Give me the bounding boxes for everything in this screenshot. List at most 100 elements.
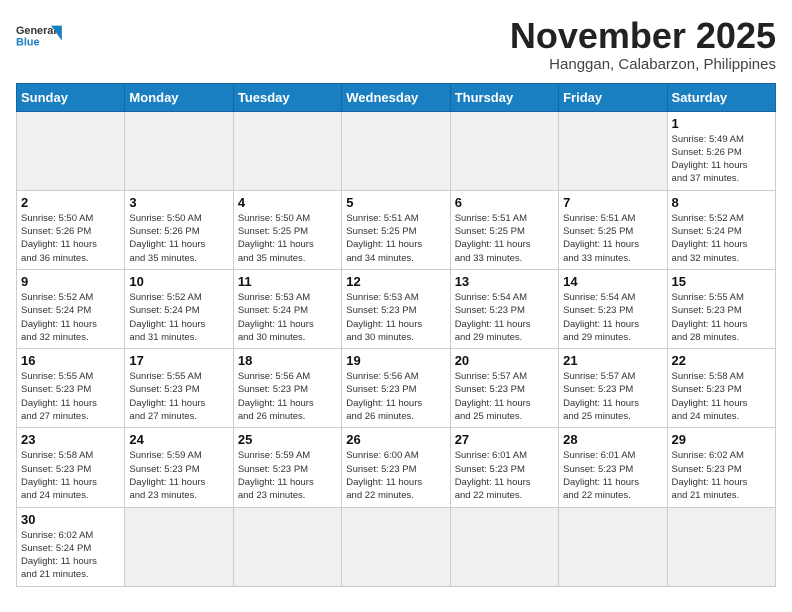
day-info: Sunrise: 6:01 AM Sunset: 5:23 PM Dayligh… (455, 449, 554, 502)
day-info: Sunrise: 5:59 AM Sunset: 5:23 PM Dayligh… (129, 449, 228, 502)
day-number: 17 (129, 353, 228, 368)
calendar-day-16: 16Sunrise: 5:55 AM Sunset: 5:23 PM Dayli… (17, 349, 125, 428)
weekday-header-sunday: Sunday (17, 83, 125, 111)
day-info: Sunrise: 5:51 AM Sunset: 5:25 PM Dayligh… (346, 212, 445, 265)
day-number: 8 (672, 195, 771, 210)
calendar-table: SundayMondayTuesdayWednesdayThursdayFrid… (16, 83, 776, 587)
day-number: 21 (563, 353, 662, 368)
calendar-day-28: 28 Sunrise: 6:01 AM Sunset: 5:23 PM Dayli… (559, 428, 667, 507)
day-info: Sunrise: 5:58 AM Sunset: 5:23 PM Dayligh… (21, 449, 120, 502)
location-subtitle: Hanggan, Calabarzon, Philippines (510, 56, 776, 73)
day-info: Sunrise: 5:54 AM Sunset: 5:23 PM Dayligh… (563, 291, 662, 344)
day-number: 2 (21, 195, 120, 210)
day-info: Sunrise: 5:57 AM Sunset: 5:23 PM Dayligh… (455, 370, 554, 423)
calendar-empty-cell (125, 111, 233, 190)
calendar-day-22: 22 Sunrise: 5:58 AM Sunset: 5:23 PM Dayli… (667, 349, 775, 428)
day-info: Sunrise: 5:53 AM Sunset: 5:24 PM Dayligh… (238, 291, 337, 344)
day-info: Sunrise: 5:52 AM Sunset: 5:24 PM Dayligh… (129, 291, 228, 344)
day-info: Sunrise: 6:00 AM Sunset: 5:23 PM Dayligh… (346, 449, 445, 502)
calendar-empty-cell (450, 111, 558, 190)
day-info: Sunrise: 5:54 AM Sunset: 5:23 PM Dayligh… (455, 291, 554, 344)
day-number: 28 (563, 432, 662, 447)
calendar-day-29: 29 Sunrise: 6:02 AM Sunset: 5:23 PM Dayli… (667, 428, 775, 507)
day-number: 5 (346, 195, 445, 210)
weekday-header-row: SundayMondayTuesdayWednesdayThursdayFrid… (17, 83, 776, 111)
day-number: 11 (238, 274, 337, 289)
calendar-day-20: 20Sunrise: 5:57 AM Sunset: 5:23 PM Dayli… (450, 349, 558, 428)
day-number: 4 (238, 195, 337, 210)
calendar-day-24: 24 Sunrise: 5:59 AM Sunset: 5:23 PM Dayli… (125, 428, 233, 507)
day-number: 26 (346, 432, 445, 447)
calendar-day-1: 1Sunrise: 5:49 AM Sunset: 5:26 PM Daylig… (667, 111, 775, 190)
logo-area: General Blue (16, 16, 66, 56)
day-number: 9 (21, 274, 120, 289)
day-info: Sunrise: 5:50 AM Sunset: 5:25 PM Dayligh… (238, 212, 337, 265)
calendar-empty-cell (559, 111, 667, 190)
calendar-day-27: 27 Sunrise: 6:01 AM Sunset: 5:23 PM Dayli… (450, 428, 558, 507)
calendar-day-10: 10 Sunrise: 5:52 AM Sunset: 5:24 PM Dayli… (125, 269, 233, 348)
day-number: 3 (129, 195, 228, 210)
calendar-day-8: 8 Sunrise: 5:52 AM Sunset: 5:24 PM Daylig… (667, 190, 775, 269)
weekday-header-tuesday: Tuesday (233, 83, 341, 111)
svg-text:General: General (16, 25, 56, 37)
calendar-day-13: 13 Sunrise: 5:54 AM Sunset: 5:23 PM Dayli… (450, 269, 558, 348)
day-info: Sunrise: 5:56 AM Sunset: 5:23 PM Dayligh… (238, 370, 337, 423)
day-info: Sunrise: 5:57 AM Sunset: 5:23 PM Dayligh… (563, 370, 662, 423)
weekday-header-friday: Friday (559, 83, 667, 111)
calendar-day-15: 15Sunrise: 5:55 AM Sunset: 5:23 PM Dayli… (667, 269, 775, 348)
day-number: 22 (672, 353, 771, 368)
day-number: 19 (346, 353, 445, 368)
day-number: 10 (129, 274, 228, 289)
generalblue-logo-icon: General Blue (16, 16, 66, 56)
day-info: Sunrise: 5:52 AM Sunset: 5:24 PM Dayligh… (21, 291, 120, 344)
calendar-day-21: 21 Sunrise: 5:57 AM Sunset: 5:23 PM Dayli… (559, 349, 667, 428)
day-info: Sunrise: 5:53 AM Sunset: 5:23 PM Dayligh… (346, 291, 445, 344)
day-info: Sunrise: 5:58 AM Sunset: 5:23 PM Dayligh… (672, 370, 771, 423)
day-number: 25 (238, 432, 337, 447)
day-number: 24 (129, 432, 228, 447)
day-info: Sunrise: 6:02 AM Sunset: 5:24 PM Dayligh… (21, 529, 120, 582)
day-info: Sunrise: 5:55 AM Sunset: 5:23 PM Dayligh… (21, 370, 120, 423)
day-info: Sunrise: 5:50 AM Sunset: 5:26 PM Dayligh… (21, 212, 120, 265)
day-info: Sunrise: 5:56 AM Sunset: 5:23 PM Dayligh… (346, 370, 445, 423)
day-info: Sunrise: 5:52 AM Sunset: 5:24 PM Dayligh… (672, 212, 771, 265)
calendar-empty-cell (17, 111, 125, 190)
calendar-empty-cell (233, 111, 341, 190)
calendar-day-5: 5 Sunrise: 5:51 AM Sunset: 5:25 PM Daylig… (342, 190, 450, 269)
calendar-day-18: 18 Sunrise: 5:56 AM Sunset: 5:23 PM Dayli… (233, 349, 341, 428)
calendar-day-14: 14Sunrise: 5:54 AM Sunset: 5:23 PM Dayli… (559, 269, 667, 348)
calendar-empty-cell (559, 507, 667, 586)
day-info: Sunrise: 6:01 AM Sunset: 5:23 PM Dayligh… (563, 449, 662, 502)
day-info: Sunrise: 5:51 AM Sunset: 5:25 PM Dayligh… (455, 212, 554, 265)
day-info: Sunrise: 6:02 AM Sunset: 5:23 PM Dayligh… (672, 449, 771, 502)
weekday-header-saturday: Saturday (667, 83, 775, 111)
calendar-empty-cell (233, 507, 341, 586)
calendar-day-19: 19 Sunrise: 5:56 AM Sunset: 5:23 PM Dayli… (342, 349, 450, 428)
title-area: November 2025 Hanggan, Calabarzon, Phili… (510, 16, 776, 73)
calendar-day-3: 3 Sunrise: 5:50 AM Sunset: 5:26 PM Daylig… (125, 190, 233, 269)
calendar-day-25: 25Sunrise: 5:59 AM Sunset: 5:23 PM Dayli… (233, 428, 341, 507)
calendar-day-4: 4 Sunrise: 5:50 AM Sunset: 5:25 PM Daylig… (233, 190, 341, 269)
calendar-week-row: 23 Sunrise: 5:58 AM Sunset: 5:23 PM Dayli… (17, 428, 776, 507)
calendar-day-7: 7Sunrise: 5:51 AM Sunset: 5:25 PM Daylig… (559, 190, 667, 269)
day-number: 23 (21, 432, 120, 447)
calendar-week-row: 1Sunrise: 5:49 AM Sunset: 5:26 PM Daylig… (17, 111, 776, 190)
calendar-empty-cell (667, 507, 775, 586)
calendar-day-11: 11 Sunrise: 5:53 AM Sunset: 5:24 PM Dayli… (233, 269, 341, 348)
day-number: 18 (238, 353, 337, 368)
weekday-header-thursday: Thursday (450, 83, 558, 111)
calendar-empty-cell (450, 507, 558, 586)
page-header: General Blue November 2025 Hanggan, Cala… (16, 16, 776, 73)
day-number: 1 (672, 116, 771, 131)
calendar-day-6: 6Sunrise: 5:51 AM Sunset: 5:25 PM Daylig… (450, 190, 558, 269)
day-number: 13 (455, 274, 554, 289)
calendar-week-row: 30Sunrise: 6:02 AM Sunset: 5:24 PM Dayli… (17, 507, 776, 586)
day-info: Sunrise: 5:55 AM Sunset: 5:23 PM Dayligh… (129, 370, 228, 423)
day-number: 12 (346, 274, 445, 289)
calendar-day-9: 9 Sunrise: 5:52 AM Sunset: 5:24 PM Daylig… (17, 269, 125, 348)
day-number: 27 (455, 432, 554, 447)
day-info: Sunrise: 5:50 AM Sunset: 5:26 PM Dayligh… (129, 212, 228, 265)
calendar-week-row: 16Sunrise: 5:55 AM Sunset: 5:23 PM Dayli… (17, 349, 776, 428)
calendar-empty-cell (342, 507, 450, 586)
day-number: 29 (672, 432, 771, 447)
